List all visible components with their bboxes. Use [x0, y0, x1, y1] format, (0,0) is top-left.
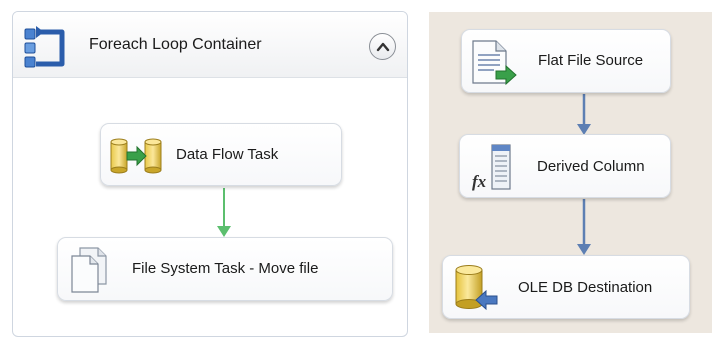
ole-db-destination-label: OLE DB Destination: [518, 279, 653, 296]
data-flow-task-icon: [109, 136, 167, 181]
flat-file-source-label: Flat File Source: [538, 52, 644, 69]
precedence-constraint-connector[interactable]: [213, 188, 235, 238]
foreach-loop-container[interactable]: Foreach Loop Container Data Flow Task Fi…: [12, 11, 408, 337]
data-path-connector[interactable]: [574, 94, 594, 135]
ole-db-destination[interactable]: OLE DB Destination: [442, 255, 690, 319]
package-designer-canvas: Foreach Loop Container Data Flow Task Fi…: [0, 0, 715, 343]
flat-file-source-icon: [470, 39, 520, 92]
collapse-button[interactable]: [369, 33, 396, 60]
container-title: Foreach Loop Container: [89, 36, 262, 53]
data-flow-task[interactable]: Data Flow Task: [100, 123, 342, 186]
ole-db-destination-icon: [452, 263, 502, 318]
derived-column-icon: fx: [470, 143, 520, 198]
data-flow-task-label: Data Flow Task: [176, 146, 279, 163]
flat-file-source[interactable]: Flat File Source: [461, 29, 671, 93]
derived-column-label: Derived Column: [537, 158, 645, 175]
file-system-task-label: File System Task - Move file: [132, 260, 319, 277]
container-header[interactable]: Foreach Loop Container: [13, 12, 407, 78]
file-system-task[interactable]: File System Task - Move file: [57, 237, 393, 301]
derived-column[interactable]: fx Derived Column: [459, 134, 671, 198]
data-flow-surface: Flat File Source fx Derived Column OLE D…: [429, 12, 712, 333]
foreach-loop-icon: [22, 25, 68, 71]
svg-text:fx: fx: [472, 172, 487, 191]
data-path-connector[interactable]: [574, 199, 594, 256]
chevron-up-icon: [376, 42, 390, 52]
file-system-task-icon: [68, 246, 114, 299]
